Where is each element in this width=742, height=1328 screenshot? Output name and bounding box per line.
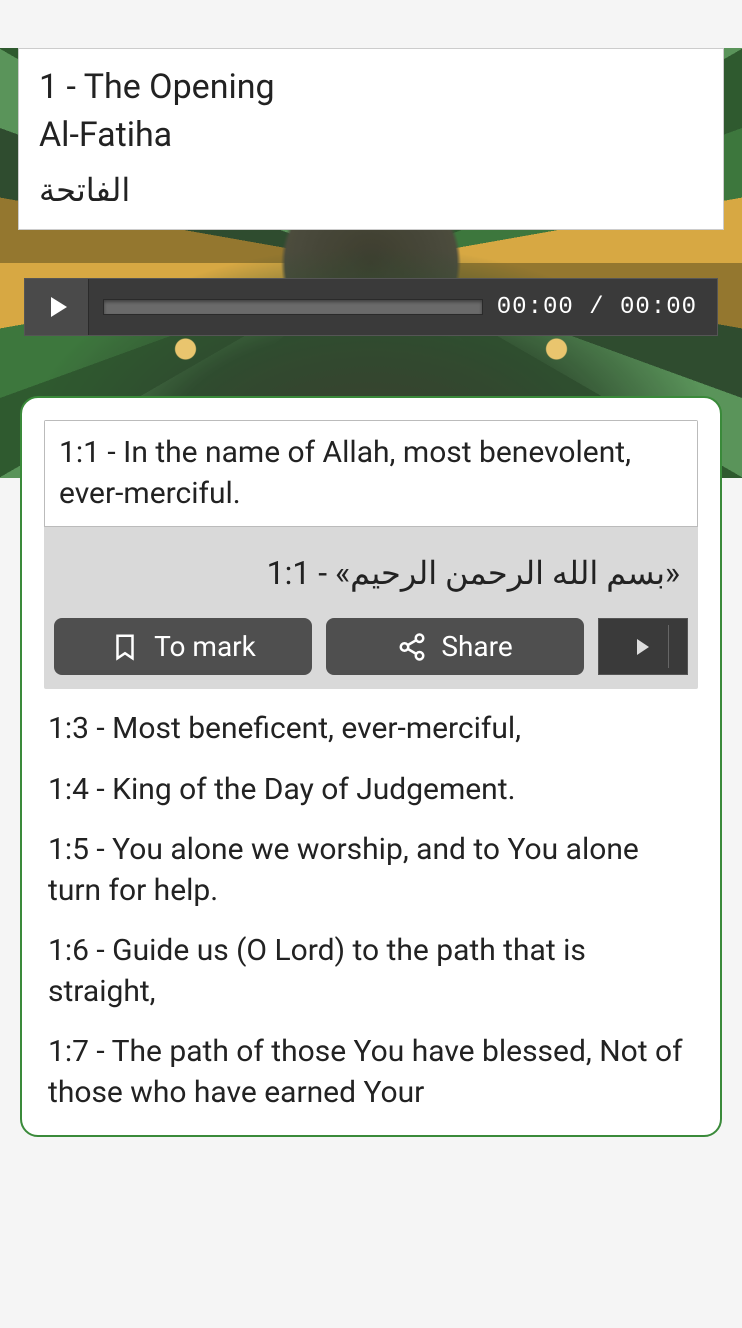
bookmark-button[interactable]: To mark (54, 618, 312, 675)
verse-item[interactable]: 1:7 - The path of those You have blessed… (44, 1012, 698, 1113)
chapter-transliteration: Al-Fatiha (39, 113, 703, 157)
verse-play-button[interactable] (598, 618, 688, 675)
verses-container: 1:1 - In the name of Allah, most benevol… (20, 396, 722, 1137)
verse-item[interactable]: 1:6 - Guide us (O Lord) to the path that… (44, 911, 698, 1012)
selected-verse-arabic: «بسم الله الرحمن الرحيم» - 1:1 (44, 527, 698, 606)
chapter-header-card: 1 - The Opening Al-Fatiha الفاتحة (18, 48, 724, 230)
play-button[interactable] (25, 279, 89, 335)
chapter-number-title: 1 - The Opening (39, 65, 703, 109)
audio-time-display: 00:00 / 00:00 (497, 294, 717, 321)
verse-item[interactable]: 1:3 - Most beneficent, ever-merciful, (44, 689, 698, 750)
share-label: Share (441, 630, 512, 663)
play-icon (637, 639, 649, 655)
bookmark-label: To mark (154, 630, 256, 663)
selected-verse-block: 1:1 - In the name of Allah, most benevol… (44, 420, 698, 689)
selected-verse-english[interactable]: 1:1 - In the name of Allah, most benevol… (44, 420, 698, 527)
share-icon (397, 632, 427, 662)
chapter-arabic-name: الفاتحة (39, 171, 703, 209)
audio-player: 00:00 / 00:00 (24, 278, 718, 336)
verse-actions-row: To mark Share (44, 606, 698, 689)
play-icon (51, 297, 67, 317)
verse-item[interactable]: 1:4 - King of the Day of Judgement. (44, 750, 698, 811)
bookmark-icon (110, 632, 140, 662)
audio-track-slider[interactable] (103, 299, 483, 315)
verse-item[interactable]: 1:5 - You alone we worship, and to You a… (44, 810, 698, 911)
share-button[interactable]: Share (326, 618, 584, 675)
